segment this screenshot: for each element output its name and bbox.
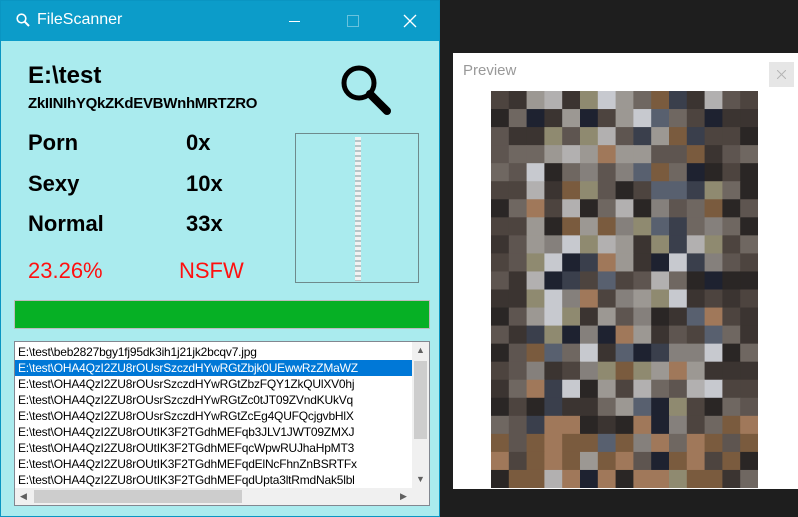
file-list-item[interactable]: E:\test\OHA4QzI2ZU8rOUsrSzczdHYwRGtZcEg4… — [15, 408, 413, 424]
filescanner-window: FileScanner E:\test ZkIINIhYQkZKdEVBWnhM… — [0, 0, 440, 517]
scan-path: E:\test — [28, 62, 102, 89]
file-list-items: E:\test\beb2827bgy1fj95dk3ih1j21jk2bcqv7… — [15, 344, 413, 489]
scrollbar-corner — [412, 488, 429, 505]
file-list-item[interactable]: E:\test\OHA4QzI2ZU8rOUtIK3F2TGdhMEFqdElN… — [15, 456, 413, 472]
progress-fill — [15, 301, 429, 328]
scroll-up-icon[interactable]: ▲ — [412, 342, 429, 359]
scroll-left-icon[interactable]: ◀ — [15, 488, 32, 505]
preview-close-button[interactable] — [769, 62, 794, 87]
file-list-item[interactable]: E:\test\OHA4QzI2ZU8rOUtIK3F2TGdhMEFqcWpw… — [15, 440, 413, 456]
normal-label: Normal — [28, 211, 104, 236]
normal-count: 33x — [186, 211, 223, 236]
sexy-label: Sexy — [28, 171, 80, 196]
scan-progress-bar — [14, 300, 430, 329]
vertical-scrollbar[interactable]: ▲ ▼ — [412, 342, 429, 488]
window-title: FileScanner — [37, 11, 123, 28]
file-list[interactable]: E:\test\beb2827bgy1fj95dk3ih1j21jk2bcqv7… — [14, 341, 430, 506]
close-button[interactable] — [381, 1, 439, 41]
current-file-name: ZkIINIhYQkZKdEVBWnhMRTZRO — [28, 95, 258, 112]
magnifier-icon[interactable] — [339, 63, 393, 117]
vertical-scroll-thumb[interactable] — [414, 361, 427, 439]
file-list-item[interactable]: E:\test\OHA4QzI2ZU8rOUtIK3F2TGdhMEFqdUpt… — [15, 472, 413, 488]
search-icon — [16, 13, 30, 27]
verdict-label: NSFW — [179, 258, 244, 283]
nsfw-percentage: 23.26% — [28, 258, 103, 283]
maximize-button[interactable] — [323, 1, 381, 41]
file-list-item[interactable]: E:\test\beb2827bgy1fj95dk3ih1j21jk2bcqv7… — [15, 344, 413, 360]
porn-label: Porn — [28, 130, 79, 155]
preview-image — [491, 91, 758, 488]
file-list-item[interactable]: E:\test\OHA4QzI2ZU8rOUsrSzczdHYwRGtZbjk0… — [15, 360, 413, 376]
scroll-right-icon[interactable]: ▶ — [395, 488, 412, 505]
scroll-down-icon[interactable]: ▼ — [412, 471, 429, 488]
porn-count: 0x — [186, 130, 211, 155]
title-bar[interactable]: FileScanner — [1, 1, 439, 41]
minimize-button[interactable] — [265, 1, 323, 41]
horizontal-scrollbar[interactable]: ◀ ▶ — [15, 488, 412, 505]
close-icon — [777, 70, 786, 79]
sexy-count: 10x — [186, 171, 223, 196]
file-list-item[interactable]: E:\test\OHA4QzI2ZU8rOUsrSzczdHYwRGtZbzFQ… — [15, 376, 413, 392]
thumbnail-image — [355, 137, 361, 281]
preview-title: Preview — [463, 62, 517, 79]
horizontal-scroll-thumb[interactable] — [34, 490, 242, 503]
thumbnail-frame — [295, 133, 419, 283]
preview-window: Preview — [453, 53, 798, 489]
file-list-item[interactable]: E:\test\OHA4QzI2ZU8rOUtIK3F2TGdhMEFqb3JL… — [15, 424, 413, 440]
close-icon — [403, 14, 417, 28]
file-list-item[interactable]: E:\test\OHA4QzI2ZU8rOUsrSzczdHYwRGtZc0tJ… — [15, 392, 413, 408]
